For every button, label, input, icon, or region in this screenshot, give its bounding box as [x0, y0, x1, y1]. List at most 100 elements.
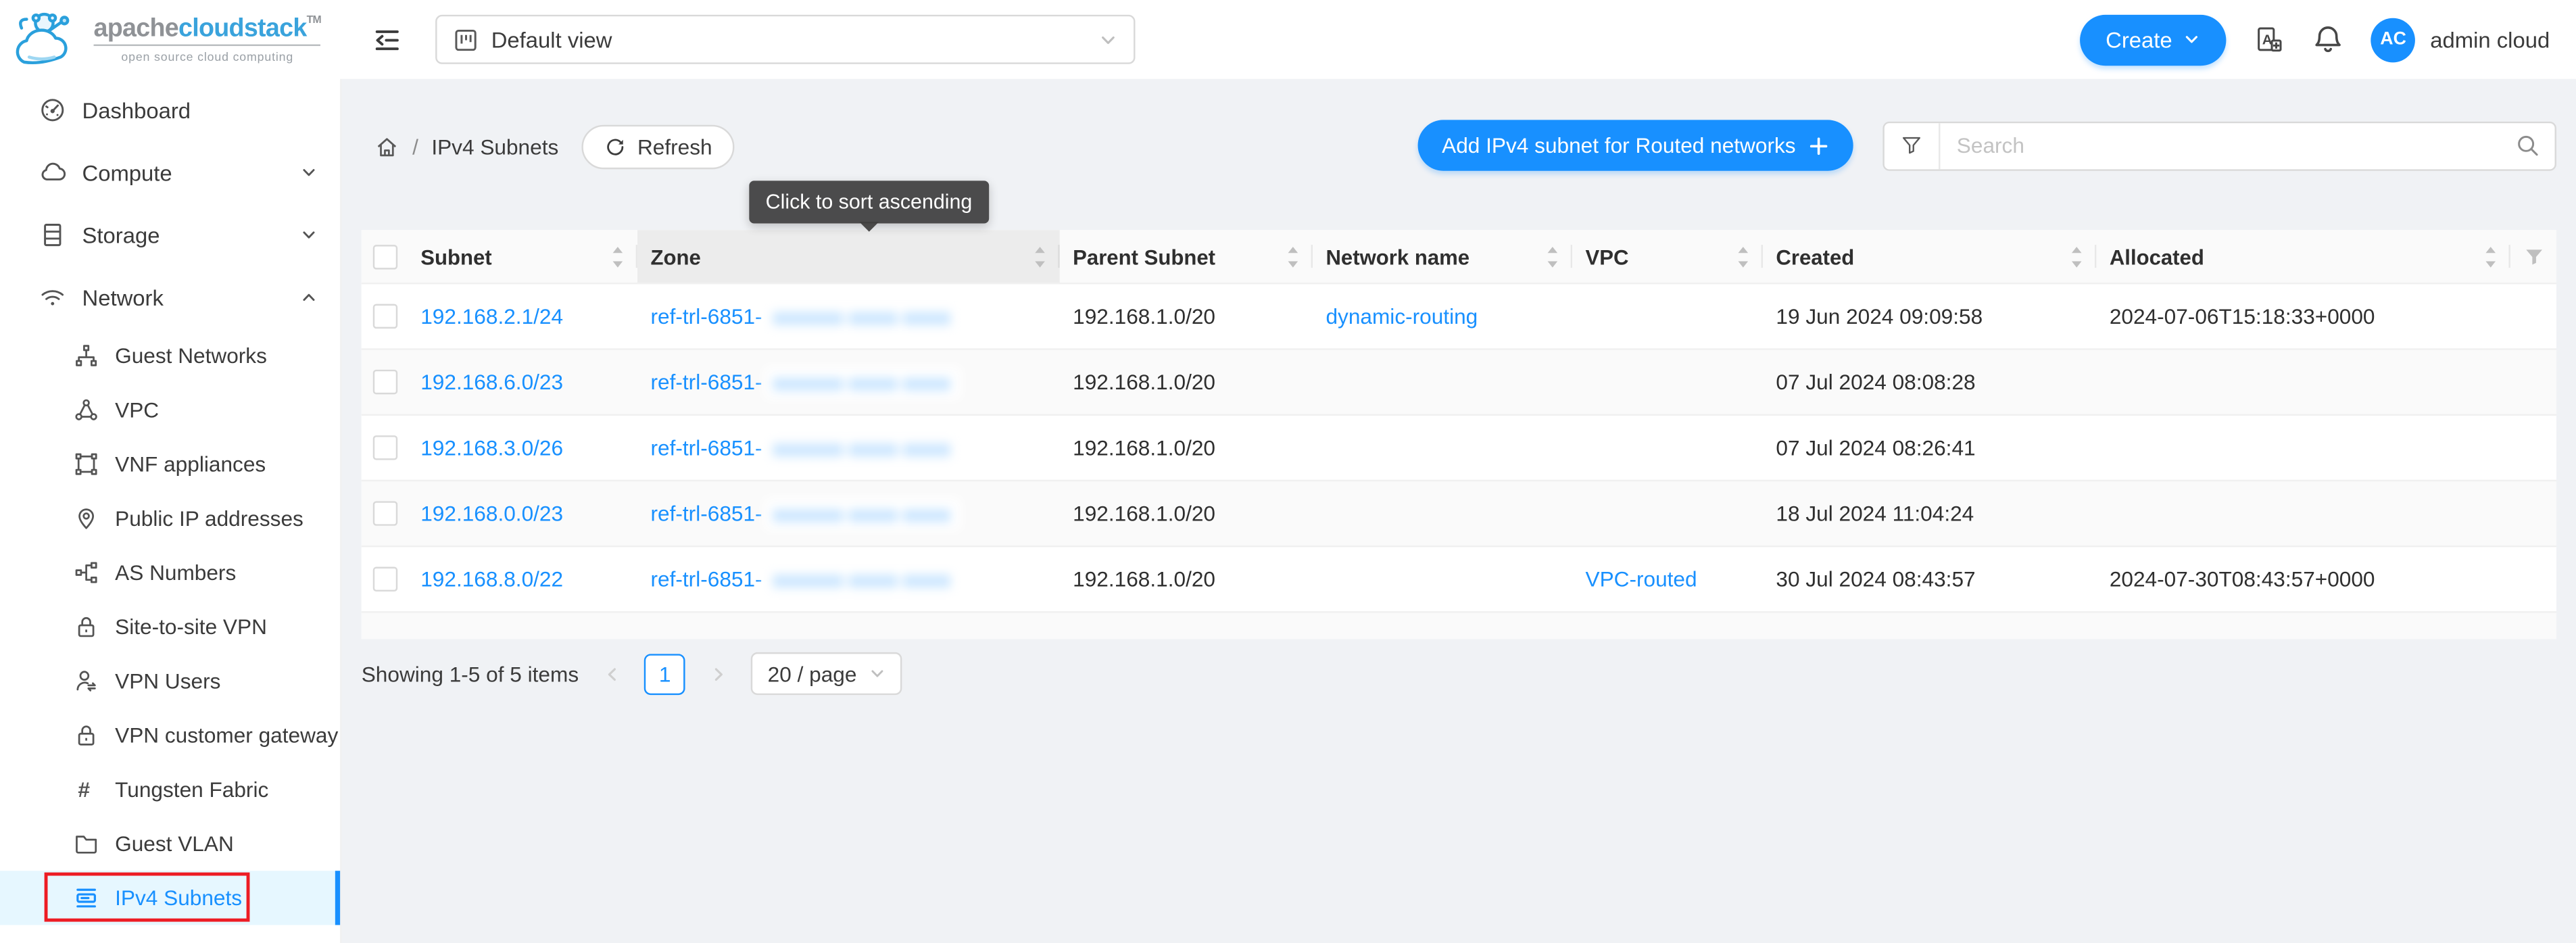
sidebar-item-as-numbers[interactable]: AS Numbers: [0, 546, 340, 600]
sidebar-item-vpc[interactable]: VPC: [0, 383, 340, 437]
sidebar-item-guest-vlan[interactable]: Guest VLAN: [0, 817, 340, 871]
chevron-down-icon: [1099, 30, 1117, 49]
notification-bell-icon[interactable]: [2314, 24, 2343, 54]
zone-redacted-text: xxxxxx-xxxx-xxxx: [764, 300, 961, 333]
main-content: / IPv4 Subnets Refresh Add IPv4 subnet f…: [342, 79, 2576, 943]
search-submit[interactable]: [2499, 122, 2555, 168]
sorter-icon: [2070, 244, 2083, 268]
select-all-checkbox-cell: [362, 230, 408, 283]
sidebar-item-ipv4-subnets[interactable]: IPv4 Subnets: [0, 871, 340, 925]
sidebar-item-site-to-site-vpn[interactable]: Site-to-site VPN: [0, 600, 340, 654]
breadcrumb-page-title: IPv4 Subnets: [431, 135, 558, 159]
column-header-created[interactable]: Created: [1763, 230, 2096, 283]
zone-link[interactable]: ref-trl-6851-xxxxxx-xxxx-xxxx: [651, 300, 961, 333]
row-checkbox[interactable]: [372, 370, 397, 394]
sidebar-item-compute[interactable]: Compute: [0, 141, 340, 203]
svg-text:#: #: [78, 777, 90, 802]
created-value: 18 Jul 2024 11:04:24: [1776, 501, 1974, 525]
table-header-row: Subnet Zone Parent Subnet Network name V…: [362, 230, 2556, 283]
refresh-button-label: Refresh: [637, 135, 712, 159]
zone-link[interactable]: ref-trl-6851-xxxxxx-xxxx-xxxx: [651, 562, 961, 596]
row-checkbox[interactable]: [372, 567, 397, 591]
zone-link[interactable]: ref-trl-6851-xxxxxx-xxxx-xxxx: [651, 366, 961, 399]
pagination-summary: Showing 1-5 of 5 items: [362, 661, 579, 685]
guest-networks-icon: [74, 343, 98, 368]
table-filter-icon[interactable]: [2523, 245, 2544, 267]
column-header-parent-subnet[interactable]: Parent Subnet: [1060, 230, 1313, 283]
search-input[interactable]: [1940, 133, 2498, 158]
sidebar-item-vpn-users[interactable]: VPN Users: [0, 654, 340, 708]
subnet-link[interactable]: 192.168.8.0/22: [420, 567, 563, 591]
search-filter-toggle[interactable]: [1885, 122, 1941, 168]
create-button[interactable]: Create: [2079, 14, 2227, 65]
add-ipv4-subnet-button[interactable]: Add IPv4 subnet for Routed networks: [1417, 120, 1853, 170]
sidebar-item-public-ip-addresses[interactable]: Public IP addresses: [0, 491, 340, 546]
sidebar-item-dashboard[interactable]: Dashboard: [0, 79, 340, 141]
subnet-link[interactable]: 192.168.0.0/23: [420, 501, 563, 525]
row-checkbox[interactable]: [372, 435, 397, 460]
column-header-zone[interactable]: Zone: [637, 230, 1060, 283]
pagination-next-button[interactable]: [700, 654, 736, 693]
zone-link[interactable]: ref-trl-6851-xxxxxx-xxxx-xxxx: [651, 497, 961, 530]
subnet-link[interactable]: 192.168.6.0/23: [420, 370, 563, 394]
subnet-link[interactable]: 192.168.2.1/24: [420, 304, 563, 329]
sidebar-item-vpn-customer-gateway[interactable]: VPN customer gateway: [0, 708, 340, 763]
row-checkbox[interactable]: [372, 501, 397, 525]
zone-redacted-text: xxxxxx-xxxx-xxxx: [764, 497, 961, 530]
brand-wordmark: apachecloudstackTM: [94, 16, 321, 47]
column-label: VPC: [1585, 244, 1628, 268]
sidebar-item-vnf-appliances[interactable]: VNF appliances: [0, 437, 340, 491]
menu-fold-icon[interactable]: [373, 26, 401, 53]
table-row: 192.168.2.1/24 ref-trl-6851-xxxxxx-xxxx-…: [362, 283, 2556, 348]
cloudstack-logo[interactable]: apachecloudstackTM open source cloud com…: [0, 0, 342, 79]
sidebar-item-network[interactable]: Network: [0, 266, 340, 329]
select-all-checkbox[interactable]: [372, 244, 397, 268]
user-name[interactable]: admin cloud: [2430, 27, 2550, 51]
home-icon[interactable]: [374, 135, 399, 159]
subnet-link[interactable]: 192.168.3.0/26: [420, 435, 563, 460]
wifi-icon: [39, 284, 66, 310]
avatar[interactable]: AC: [2371, 18, 2416, 62]
translate-icon[interactable]: A: [2254, 24, 2285, 55]
zone-link[interactable]: ref-trl-6851-xxxxxx-xxxx-xxxx: [651, 431, 961, 464]
vpc-link[interactable]: VPC-routed: [1585, 567, 1697, 591]
sidebar-item-tungsten-fabric[interactable]: # Tungsten Fabric: [0, 763, 340, 817]
network-name-link[interactable]: dynamic-routing: [1326, 304, 1478, 329]
column-header-network-name[interactable]: Network name: [1313, 230, 1572, 283]
table-row: 192.168.6.0/23 ref-trl-6851-xxxxxx-xxxx-…: [362, 348, 2556, 414]
column-header-vpc[interactable]: VPC: [1572, 230, 1763, 283]
row-checkbox[interactable]: [372, 304, 397, 329]
sorter-icon: [1034, 244, 1046, 268]
svg-text:A: A: [2262, 31, 2273, 47]
sidebar-item-label: Storage: [82, 222, 160, 247]
table-row: 192.168.3.0/26 ref-trl-6851-xxxxxx-xxxx-…: [362, 414, 2556, 480]
chevron-down-icon: [870, 665, 886, 681]
sidebar-item-label: Guest Networks: [115, 343, 267, 368]
column-label: Allocated: [2110, 244, 2204, 268]
column-header-subnet[interactable]: Subnet: [408, 230, 637, 283]
chevron-down-icon: [2184, 31, 2200, 47]
table-scrollbar-track[interactable]: [362, 611, 2556, 639]
sort-tooltip-text: Click to sort ascending: [766, 191, 973, 214]
refresh-button[interactable]: Refresh: [581, 125, 735, 170]
sidebar-item-storage[interactable]: Storage: [0, 203, 340, 266]
sidebar-item-guest-networks[interactable]: Guest Networks: [0, 329, 340, 383]
parent-subnet-value: 192.168.1.0/20: [1073, 435, 1215, 460]
allocated-value: 2024-07-06T15:18:33+0000: [2110, 304, 2375, 329]
chevron-down-icon: [301, 164, 317, 180]
view-selector[interactable]: Default view: [435, 15, 1135, 64]
add-ipv4-subnet-label: Add IPv4 subnet for Routed networks: [1442, 133, 1795, 158]
pagination-page-1[interactable]: 1: [644, 653, 685, 694]
tooltip-arrow: [859, 222, 879, 232]
column-header-allocated[interactable]: Allocated: [2096, 230, 2510, 283]
page-size-select[interactable]: 20 / page: [751, 652, 902, 695]
sidebar-item-label: VPN Users: [115, 669, 220, 693]
dashboard-icon: [39, 97, 66, 123]
zone-prefix: ref-trl-6851-: [651, 369, 762, 393]
lock-icon: [74, 723, 98, 747]
zone-prefix: ref-trl-6851-: [651, 303, 762, 327]
pagination-prev-button[interactable]: [593, 654, 629, 693]
vpc-icon: [74, 397, 98, 422]
view-selector-value: Default view: [491, 27, 1086, 51]
sorter-icon: [1736, 244, 1749, 268]
